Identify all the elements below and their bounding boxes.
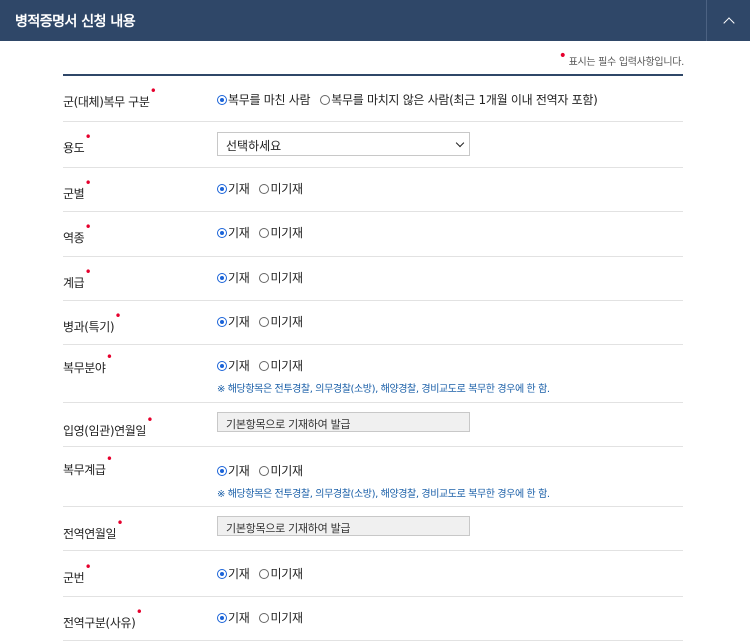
radio-specialty-include[interactable]: 기재 xyxy=(217,313,250,330)
radio-selected-icon xyxy=(217,316,227,327)
radio-empty-icon xyxy=(259,272,270,283)
required-mark: • xyxy=(105,452,113,466)
radio-selected-icon xyxy=(217,94,227,105)
radio-empty-icon xyxy=(259,227,270,238)
radio-category-include[interactable]: 기재 xyxy=(217,224,250,241)
collapse-button[interactable] xyxy=(706,0,750,41)
radio-rank-exclude[interactable]: 미기재 xyxy=(259,269,303,286)
radio-branch-include[interactable]: 기재 xyxy=(217,180,250,197)
radio-selected-icon xyxy=(217,227,227,238)
radio-field-exclude[interactable]: 미기재 xyxy=(259,357,303,374)
label-discharge-reason: 전역구분(사유) • xyxy=(63,605,143,630)
purpose-select-value: 선택하세요 xyxy=(226,139,282,153)
radio-empty-icon xyxy=(259,568,270,579)
radio-service-rank-exclude[interactable]: 미기재 xyxy=(259,462,303,479)
required-mark: • xyxy=(84,220,92,234)
radio-empty-icon xyxy=(259,183,270,194)
radio-selected-icon xyxy=(217,183,227,194)
required-mark: • xyxy=(84,560,92,574)
required-mark: • xyxy=(146,413,154,427)
required-mark: • xyxy=(105,350,113,364)
radio-specialty-exclude[interactable]: 미기재 xyxy=(259,313,303,330)
radio-group-service-type: 복무를 마친 사람 복무를 마치지 않은 사람(최근 1개월 이내 전역자 포함… xyxy=(217,91,607,108)
radio-group-service-number: 기재 미기재 xyxy=(217,565,313,582)
section-header: 병적증명서 신청 내용 xyxy=(0,0,750,41)
label-enlistment-date: 입영(임관)연월일 • xyxy=(63,413,154,438)
required-note-text: 표시는 필수 입력사항입니다. xyxy=(568,57,685,68)
row-branch: 군별 • 기재 미기재 xyxy=(63,168,683,212)
label-service-number: 군번 • xyxy=(63,560,92,585)
row-service-rank: 복무계급 • 기재 미기재 ※ 해당항목은 전투경찰, 의무경찰(소방), 해양경… xyxy=(63,447,683,507)
label-service-field: 복무분야 • xyxy=(63,350,113,375)
radio-group-discharge-reason: 기재 미기재 xyxy=(217,609,313,626)
label-service-category: 역종 • xyxy=(63,220,92,245)
row-discharge-date: 전역연월일 • 기본항목으로 기재하여 발급 xyxy=(63,507,683,551)
required-mark: • xyxy=(84,130,92,144)
chevron-down-icon xyxy=(455,138,465,148)
radio-service-not-completed[interactable]: 복무를 마치지 않은 사람(최근 1개월 이내 전역자 포함) xyxy=(320,91,598,108)
radio-group-service-category: 기재 미기재 xyxy=(217,224,313,241)
radio-selected-icon xyxy=(217,568,227,579)
radio-service-rank-include[interactable]: 기재 xyxy=(217,462,250,479)
radio-empty-icon xyxy=(259,465,270,476)
row-specialty: 병과(특기) • 기재 미기재 xyxy=(63,301,683,345)
chevron-up-icon xyxy=(722,17,735,29)
radio-number-exclude[interactable]: 미기재 xyxy=(259,565,303,582)
label-purpose: 용도 • xyxy=(63,130,92,155)
required-mark: • xyxy=(135,605,143,619)
radio-empty-icon xyxy=(259,316,270,327)
required-mark: • xyxy=(149,84,157,98)
radio-rank-include[interactable]: 기재 xyxy=(217,269,250,286)
required-mark: • xyxy=(116,516,124,530)
radio-group-service-rank: 기재 미기재 xyxy=(217,462,313,479)
radio-service-completed[interactable]: 복무를 마친 사람 xyxy=(217,91,311,108)
radio-selected-icon xyxy=(217,465,227,476)
radio-group-specialty: 기재 미기재 xyxy=(217,313,313,330)
row-purpose: 용도 • 선택하세요 xyxy=(63,122,683,168)
purpose-select[interactable]: 선택하세요 xyxy=(217,132,470,156)
required-mark: • xyxy=(84,176,92,190)
radio-selected-icon xyxy=(217,612,227,623)
row-service-category: 역종 • 기재 미기재 xyxy=(63,212,683,257)
label-specialty: 병과(특기) • xyxy=(63,309,122,334)
radio-reason-exclude[interactable]: 미기재 xyxy=(259,609,303,626)
radio-number-include[interactable]: 기재 xyxy=(217,565,250,582)
radio-group-branch: 기재 미기재 xyxy=(217,180,313,197)
service-rank-note: ※ 해당항목은 전투경찰, 의무경찰(소방), 해양경찰, 경비교도로 복무한 … xyxy=(217,489,550,500)
label-service-type: 군(대체)복무 구분 • xyxy=(63,84,157,109)
row-service-type: 군(대체)복무 구분 • 복무를 마친 사람 복무를 마치지 않은 사람(최근 1… xyxy=(63,76,683,122)
row-rank: 계급 • 기재 미기재 xyxy=(63,257,683,301)
row-service-number: 군번 • 기재 미기재 xyxy=(63,551,683,597)
label-branch: 군별 • xyxy=(63,176,92,201)
label-service-rank: 복무계급 • xyxy=(63,452,113,477)
radio-empty-icon xyxy=(259,612,270,623)
required-mark: • xyxy=(84,265,92,279)
label-rank: 계급 • xyxy=(63,265,92,290)
radio-field-include[interactable]: 기재 xyxy=(217,357,250,374)
radio-selected-icon xyxy=(217,360,227,371)
radio-empty-icon xyxy=(320,94,331,105)
radio-reason-include[interactable]: 기재 xyxy=(217,609,250,626)
enlistment-date-field: 기본항목으로 기재하여 발급 xyxy=(217,412,470,432)
row-service-field: 복무분야 • 기재 미기재 ※ 해당항목은 전투경찰, 의무경찰(소방), 해양경… xyxy=(63,345,683,403)
radio-empty-icon xyxy=(259,360,270,371)
required-note: • 표시는 필수 입력사항입니다. xyxy=(559,48,685,69)
section-title: 병적증명서 신청 내용 xyxy=(15,14,136,30)
row-enlistment-date: 입영(임관)연월일 • 기본항목으로 기재하여 발급 xyxy=(63,403,683,447)
radio-group-service-field: 기재 미기재 xyxy=(217,357,313,374)
label-discharge-date: 전역연월일 • xyxy=(63,516,124,541)
service-field-note: ※ 해당항목은 전투경찰, 의무경찰(소방), 해양경찰, 경비교도로 복무한 … xyxy=(217,384,550,395)
radio-branch-exclude[interactable]: 미기재 xyxy=(259,180,303,197)
radio-selected-icon xyxy=(217,272,227,283)
radio-category-exclude[interactable]: 미기재 xyxy=(259,224,303,241)
required-mark: • xyxy=(114,309,122,323)
row-discharge-reason: 전역구분(사유) • 기재 미기재 xyxy=(63,597,683,641)
discharge-date-field: 기본항목으로 기재하여 발급 xyxy=(217,516,470,536)
radio-group-rank: 기재 미기재 xyxy=(217,269,313,286)
required-dot-icon: • xyxy=(558,48,567,64)
